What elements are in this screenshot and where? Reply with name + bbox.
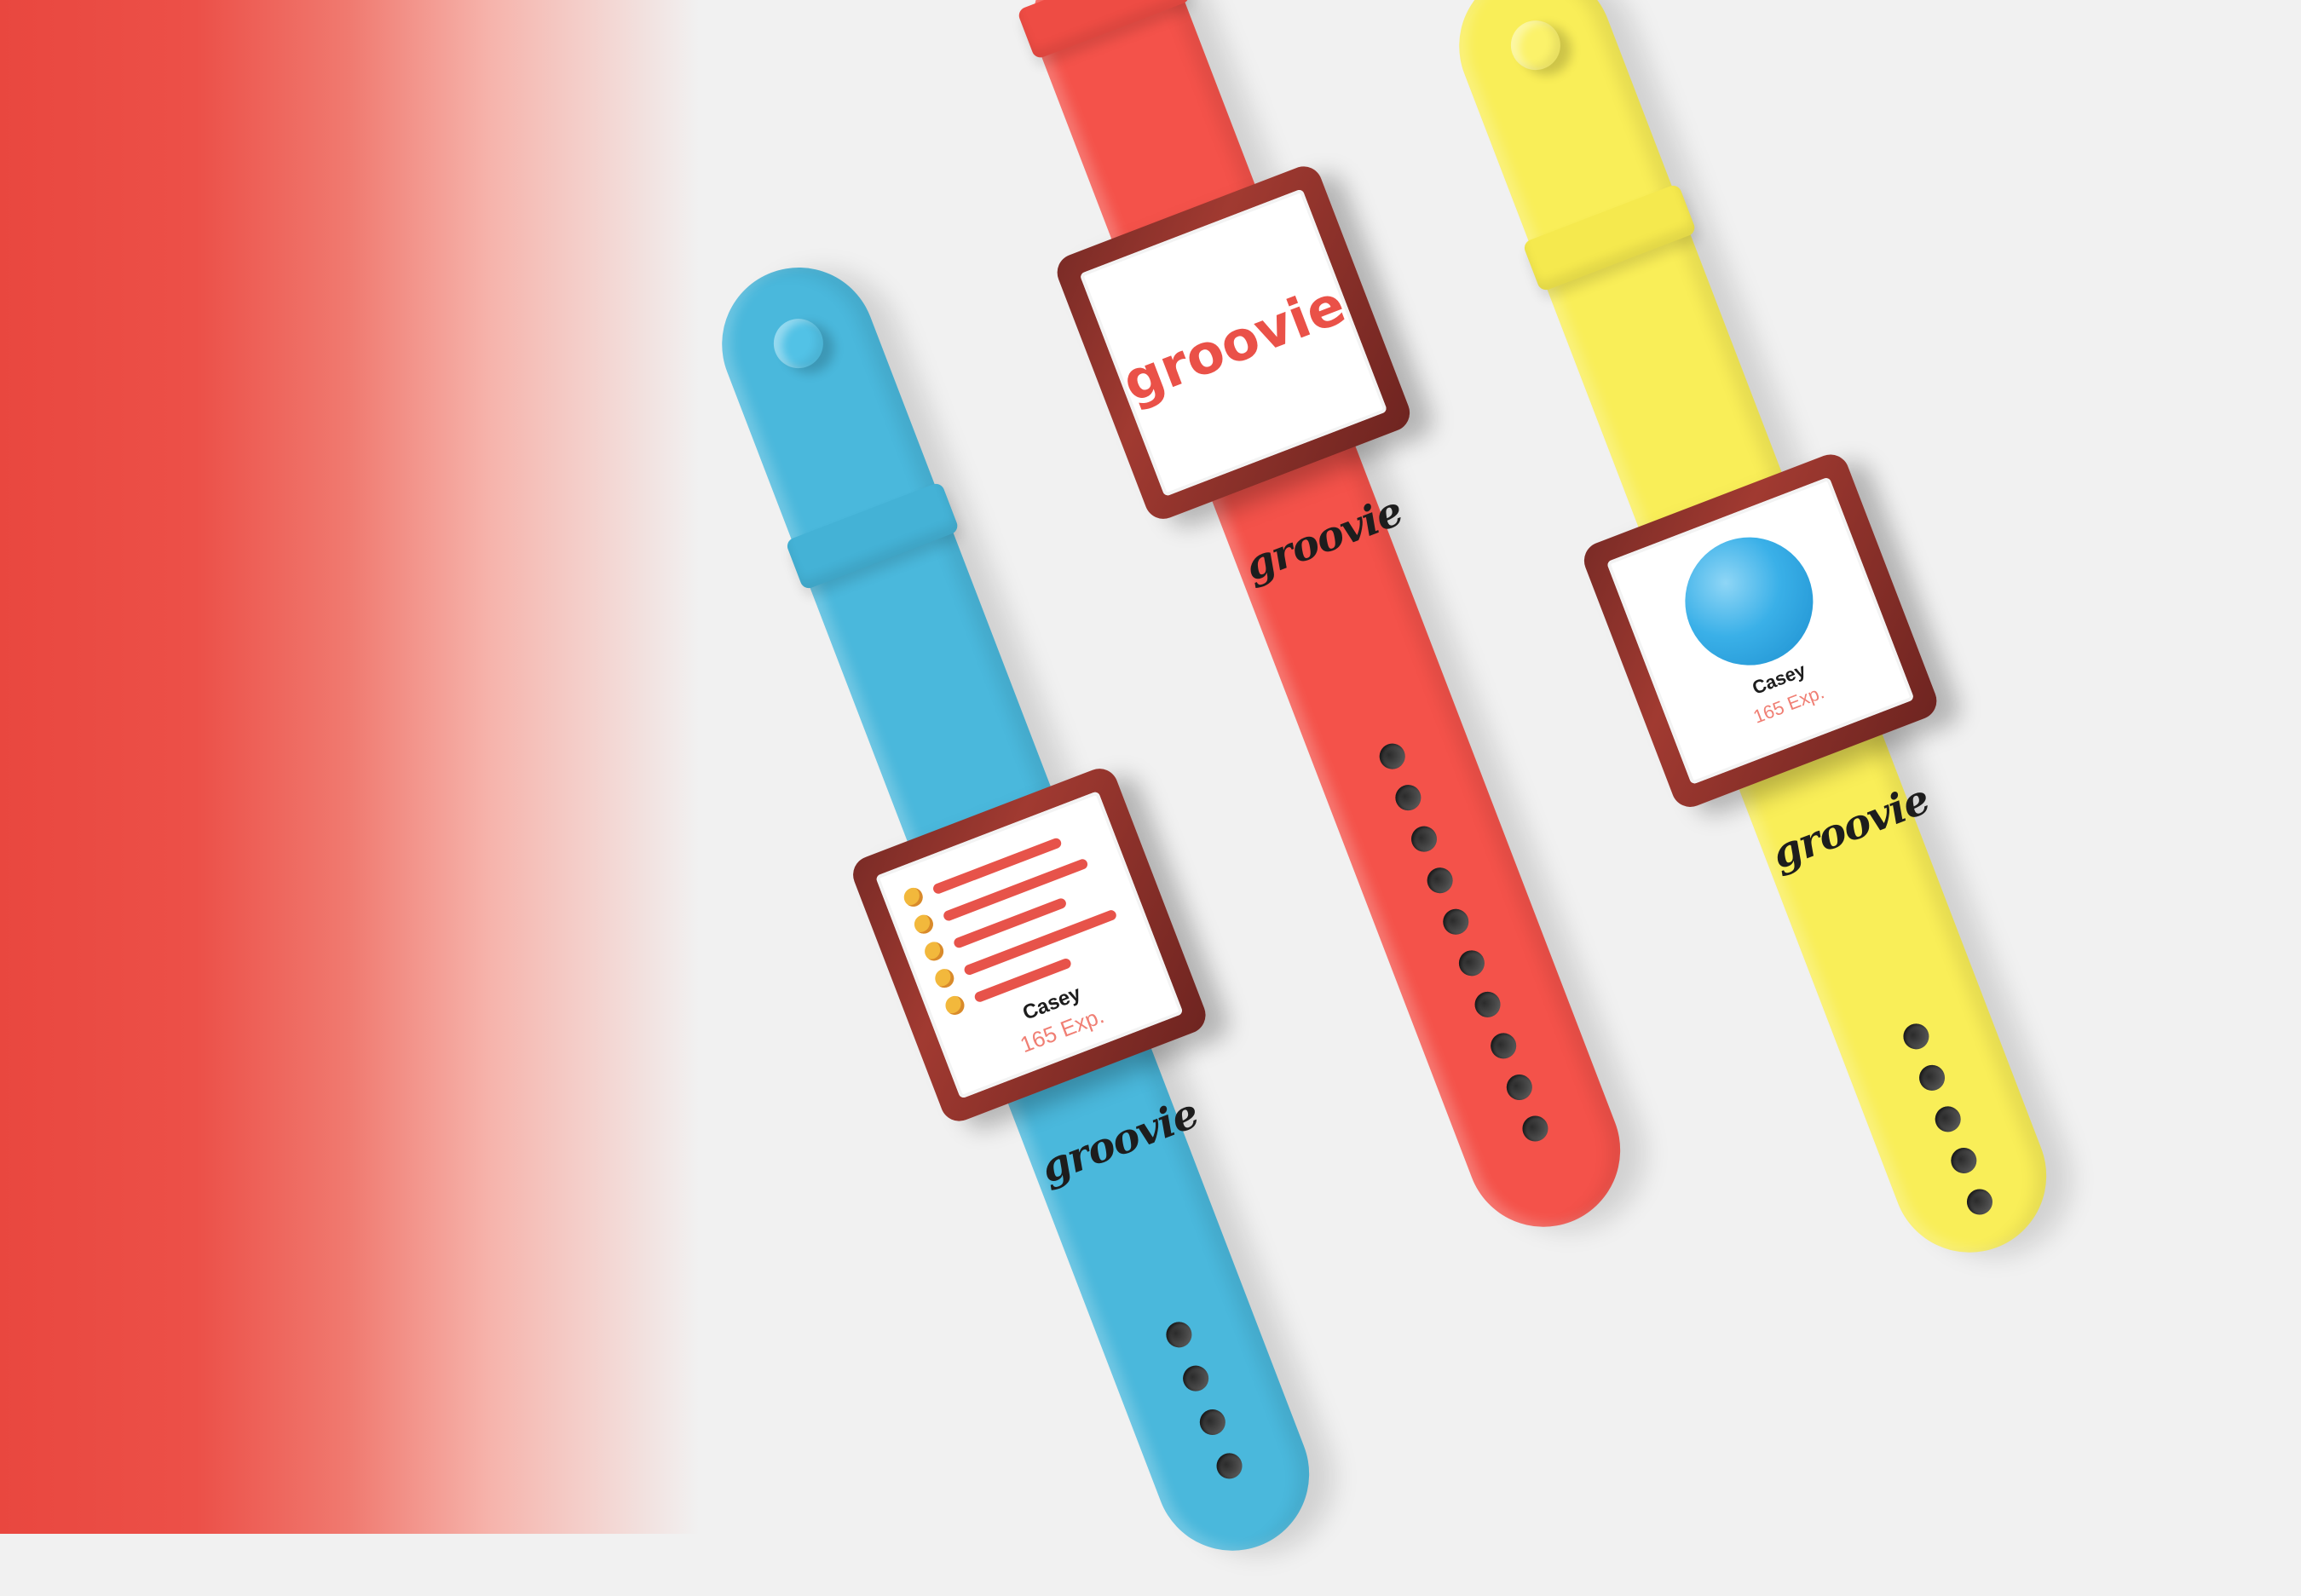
groovie-logo: groovie (1114, 273, 1354, 416)
red-blur-background (0, 0, 699, 1534)
product-photo: Casey 165 Exp. groovie groovie groovie C… (0, 0, 2301, 1573)
avatar-icon (911, 912, 937, 936)
avatar-icon (921, 939, 947, 964)
avatar-icon (943, 993, 967, 1018)
avatar-icon (901, 884, 926, 910)
score-bar (942, 857, 1089, 923)
avatar-icon (932, 965, 957, 991)
score-bar (962, 908, 1118, 977)
